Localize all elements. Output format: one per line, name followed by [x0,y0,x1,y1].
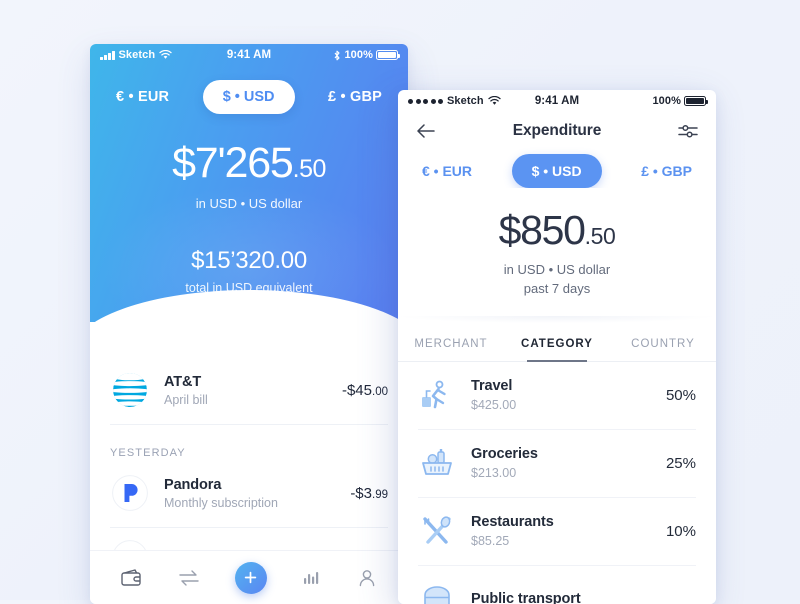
back-arrow-icon [417,124,435,138]
category-name: Restaurants [471,514,554,530]
nav-profile-button[interactable] [357,568,377,588]
tab-merchant[interactable]: MERCHANT [398,326,504,361]
att-globe-logo [110,370,150,410]
hero-curve-decoration [90,290,408,354]
transaction-amount-cents: .00 [372,385,388,398]
expenditure-screen: Sketch 9:41 AM 100% Expenditure € • EUR … [398,90,716,604]
balance-amount: $7'265.50 [90,142,408,185]
page-title: Expenditure [512,122,602,139]
person-icon [359,569,374,586]
category-row[interactable]: Groceries $213.00 25% [418,430,696,498]
expenditure-period-label: past 7 days [523,281,591,296]
transaction-amount: -$3.99 [350,485,388,502]
balance-total-amount: $15’320.00 [191,247,307,274]
expenditure-amount-block: $850.50 in USD • US dollar past 7 days [398,188,716,326]
plus-icon [245,571,257,584]
back-button[interactable] [416,123,436,139]
expenditure-amount-whole: $850 [498,207,586,253]
category-row[interactable]: Public transport [418,566,696,604]
nav-wallet-button[interactable] [121,568,143,588]
category-text: Groceries $213.00 [471,446,651,480]
expenditure-currency-subtitle: in USD • US dollar [503,262,611,277]
currency-option-eur[interactable]: € • EUR [422,163,472,179]
transaction-merchant: Pandora [164,476,222,493]
tab-country[interactable]: COUNTRY [610,326,716,361]
balance-hero-header: Sketch 9:41 AM 100% € • EUR $ • USD £ • … [90,44,408,354]
battery-percent-label: 100% [344,49,373,61]
transfer-arrows-icon [179,569,199,586]
nav-add-button[interactable] [234,561,267,594]
category-amount: $425.00 [471,398,517,412]
transaction-row[interactable]: Pandora Monthly subscription -$3.99 [110,463,388,528]
bar-chart-icon [303,571,318,584]
expenditure-amount: $850.50 [398,210,716,251]
filter-sliders-icon [678,124,698,138]
category-row[interactable]: Restaurants $85.25 10% [418,498,696,566]
expenditure-amount-cents: .50 [584,223,616,249]
transaction-amount: -$45.00 [342,382,388,399]
breakdown-tabs: MERCHANT CATEGORY COUNTRY [398,326,716,362]
balance-screen: Sketch 9:41 AM 100% € • EUR $ • USD £ • … [90,44,408,604]
transaction-amount-whole: -$3 [350,484,372,502]
currency-option-gbp[interactable]: £ • GBP [641,163,692,179]
category-name: Public transport [471,591,581,604]
category-percent: 50% [665,386,696,404]
category-text: Public transport [471,591,696,604]
battery-icon [376,50,401,60]
balance-amount-whole: $7'265 [172,139,294,187]
filter-button[interactable] [678,123,698,139]
currency-option-eur[interactable]: € • EUR [116,89,169,105]
category-percent: 10% [665,522,696,540]
category-amount: $213.00 [471,466,517,480]
status-bar-right: 100% [333,49,401,61]
battery-percent-label: 100% [652,95,681,107]
status-bar: Sketch 9:41 AM 100% [90,44,408,66]
currency-option-gbp[interactable]: £ • GBP [328,89,382,105]
transaction-description: Monthly subscription [164,495,278,510]
transaction-row[interactable]: AT&T April bill -$45.00 [110,360,388,425]
groceries-basket-icon [418,444,456,482]
currency-option-usd[interactable]: $ • USD [511,154,602,188]
category-text: Restaurants $85.25 [471,514,651,548]
battery-icon [684,96,709,106]
pandora-logo [110,473,150,513]
balance-currency-subtitle: in USD • US dollar [195,196,303,211]
category-name: Groceries [471,446,538,462]
bluetooth-icon [335,50,341,60]
category-name: Travel [471,378,513,394]
restaurants-cutlery-icon [418,512,456,550]
transaction-amount-cents: .99 [372,488,388,501]
category-percent: 25% [665,454,696,472]
public-transport-tram-icon [418,580,456,604]
balance-amount-cents: .50 [292,155,327,183]
transaction-text: Pandora Monthly subscription [164,477,336,510]
wallet-icon [121,568,142,586]
category-list: Travel $425.00 50% Groceries $213.00 25%… [398,362,716,604]
transaction-text: AT&T April bill [164,374,328,407]
nav-transfer-button[interactable] [178,569,200,587]
bottom-navigation-bar [90,550,408,604]
balance-amount-block: $7'265.50 in USD • US dollar $15’320.00 … [90,142,408,296]
transaction-merchant: AT&T [164,373,202,390]
currency-switcher: € • EUR $ • USD £ • GBP [90,66,408,114]
transaction-section-label-yesterday: YESTERDAY [110,447,186,459]
category-amount: $85.25 [471,534,510,548]
currency-option-usd[interactable]: $ • USD [202,80,295,114]
balance-total-subtitle: total in USD equivalent [185,281,313,295]
transaction-description: April bill [164,392,208,407]
nav-statistics-button[interactable] [302,569,322,587]
category-row[interactable]: Travel $425.00 50% [418,362,696,430]
travel-icon [418,376,456,414]
currency-switcher: € • EUR $ • USD £ • GBP [398,142,716,188]
status-bar-right: 100% [652,95,709,107]
section-divider [398,316,716,326]
tab-category[interactable]: CATEGORY [504,326,610,362]
transaction-amount-whole: -$45 [341,381,372,399]
category-text: Travel $425.00 [471,378,651,412]
status-bar: Sketch 9:41 AM 100% [398,90,716,112]
expenditure-header: Expenditure [398,112,716,142]
